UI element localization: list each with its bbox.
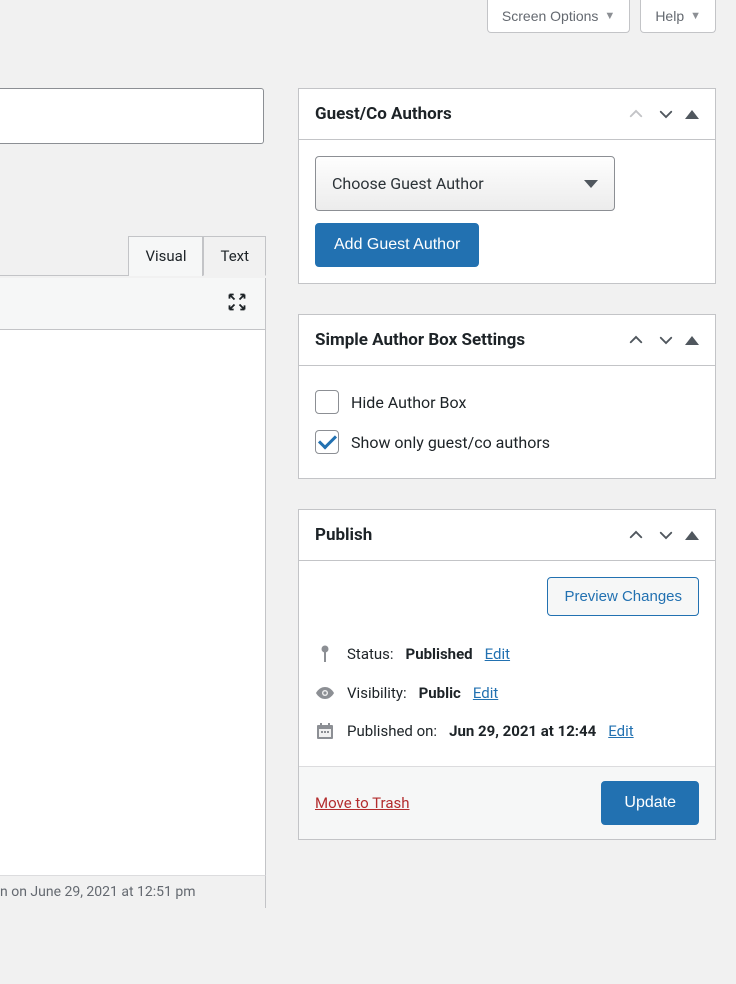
- visibility-label: Visibility:: [347, 684, 407, 702]
- select-placeholder: Choose Guest Author: [332, 174, 484, 193]
- caret-down-icon: ▼: [690, 10, 701, 22]
- move-up-icon[interactable]: [625, 329, 647, 351]
- tab-text[interactable]: Text: [203, 236, 266, 276]
- help-label: Help: [655, 8, 684, 24]
- post-title-input[interactable]: [0, 88, 264, 144]
- caret-down-icon: [584, 180, 598, 188]
- published-on-value: Jun 29, 2021 at 12:44: [449, 722, 596, 740]
- preview-changes-button[interactable]: Preview Changes: [547, 577, 699, 616]
- tab-visual[interactable]: Visual: [128, 236, 203, 276]
- editor-tabs: Visual Text: [0, 235, 266, 276]
- move-down-icon[interactable]: [655, 103, 677, 125]
- add-guest-author-button[interactable]: Add Guest Author: [315, 223, 479, 267]
- metabox-sab-settings: Simple Author Box Settings Hide Author B…: [298, 314, 716, 479]
- status-value: Published: [406, 645, 473, 663]
- metabox-title: Publish: [315, 524, 372, 546]
- status-label: Status:: [347, 645, 394, 663]
- move-to-trash-link[interactable]: Move to Trash: [315, 794, 409, 812]
- update-button[interactable]: Update: [601, 781, 699, 825]
- fullscreen-icon[interactable]: [227, 292, 247, 316]
- edit-date-link[interactable]: Edit: [608, 722, 633, 740]
- hide-author-box-checkbox[interactable]: [315, 390, 339, 414]
- metabox-title: Simple Author Box Settings: [315, 329, 525, 351]
- screen-options-label: Screen Options: [502, 8, 599, 24]
- metabox-title: Guest/Co Authors: [315, 103, 452, 125]
- eye-icon: [315, 686, 335, 700]
- guest-author-select[interactable]: Choose Guest Author: [315, 156, 615, 211]
- editor-body[interactable]: [0, 330, 266, 875]
- show-only-guests-label: Show only guest/co authors: [351, 433, 550, 452]
- move-down-icon[interactable]: [655, 329, 677, 351]
- pin-icon: [315, 644, 335, 664]
- metabox-publish: Publish Preview Changes Status: Publishe…: [298, 509, 716, 840]
- edit-status-link[interactable]: Edit: [485, 645, 510, 663]
- screen-options-button[interactable]: Screen Options ▼: [487, 0, 630, 33]
- editor-toolbar: [0, 278, 266, 330]
- hide-author-box-label: Hide Author Box: [351, 393, 466, 412]
- toggle-panel-icon[interactable]: [685, 110, 699, 119]
- toggle-panel-icon[interactable]: [685, 336, 699, 345]
- move-up-icon[interactable]: [625, 524, 647, 546]
- published-on-label: Published on:: [347, 722, 437, 740]
- move-up-icon[interactable]: [625, 103, 647, 125]
- toggle-panel-icon[interactable]: [685, 531, 699, 540]
- caret-down-icon: ▼: [604, 10, 615, 22]
- calendar-icon: [315, 722, 335, 740]
- edit-visibility-link[interactable]: Edit: [473, 684, 498, 702]
- show-only-guests-checkbox[interactable]: [315, 430, 339, 454]
- metabox-guest-authors: Guest/Co Authors Choose Guest Author Add…: [298, 88, 716, 284]
- help-button[interactable]: Help ▼: [640, 0, 716, 33]
- visibility-value: Public: [419, 684, 461, 702]
- last-edited-text: n on June 29, 2021 at 12:51 pm: [0, 875, 266, 908]
- move-down-icon[interactable]: [655, 524, 677, 546]
